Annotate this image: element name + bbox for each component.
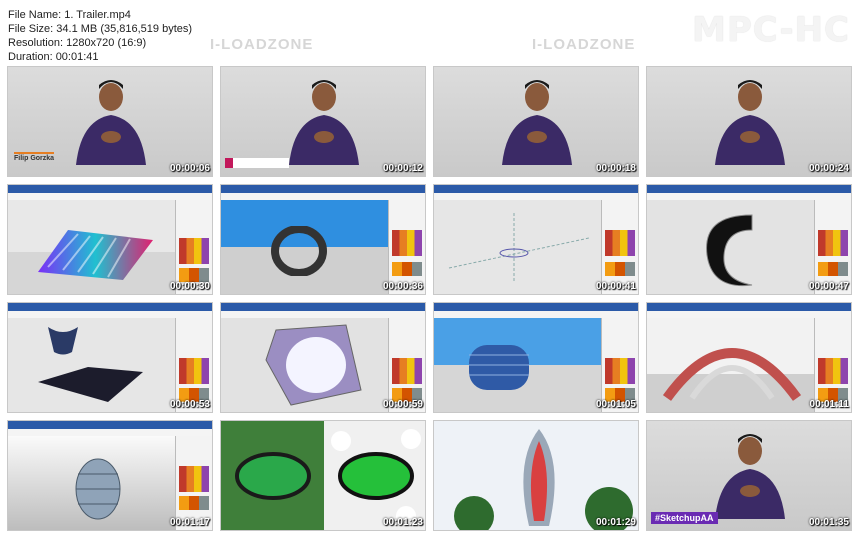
hashtag-badge: #SketchupAA: [651, 512, 718, 524]
thumbnail[interactable]: 00:00:36: [220, 184, 426, 295]
timestamp: 00:00:18: [595, 163, 636, 174]
timestamp: 00:00:24: [808, 163, 849, 174]
thumbnail[interactable]: 00:00:24: [646, 66, 852, 177]
timestamp: 00:00:53: [169, 399, 210, 410]
timestamp: 00:01:05: [595, 399, 636, 410]
software-screenshot: [8, 303, 212, 412]
timestamp: 00:00:06: [169, 163, 210, 174]
thumbnail[interactable]: 00:01:17: [7, 420, 213, 531]
arched-pavilion-model: [662, 348, 802, 401]
software-screenshot: [647, 185, 851, 294]
thumbnail[interactable]: Filip Gorzka 00:00:06: [7, 66, 213, 177]
watermark: I-LOADZONE: [210, 36, 314, 53]
thumbnail[interactable]: 00:00:59: [220, 302, 426, 413]
thumbnail[interactable]: 00:00:30: [7, 184, 213, 295]
cylinder-model: [469, 345, 529, 390]
timestamp: 00:01:35: [808, 517, 849, 528]
duration: Duration: 00:01:41: [8, 51, 99, 63]
twisted-tube-model: [706, 214, 753, 287]
software-screenshot: [8, 421, 212, 530]
software-screenshot: [434, 303, 638, 412]
colorful-surface-model: [38, 230, 153, 280]
thumbnail[interactable]: 00:01:05: [433, 302, 639, 413]
presenter-image: [502, 80, 572, 165]
thumbnail-grid: Filip Gorzka 00:00:06 00:00:12 00:00:18 …: [7, 66, 855, 534]
mpc-hc-logo: MPC-HC: [691, 10, 850, 50]
timestamp: 00:00:59: [382, 399, 423, 410]
green-stadium-render: [221, 421, 425, 530]
thumbnail[interactable]: 00:00:53: [7, 302, 213, 413]
wireframe-guides: [448, 213, 590, 283]
software-screenshot: [221, 185, 425, 294]
polygon-plate-model: [265, 324, 362, 406]
resolution: Resolution: 1280x720 (16:9): [8, 37, 147, 49]
thumbnail[interactable]: 00:00:47: [646, 184, 852, 295]
software-screenshot: [647, 303, 851, 412]
timestamp: 00:00:47: [808, 281, 849, 292]
name-underline: [14, 152, 54, 154]
software-screenshot: [221, 303, 425, 412]
file-size: File Size: 34.1 MB (35,816,519 bytes): [8, 23, 193, 35]
timestamp: 00:00:36: [382, 281, 423, 292]
timestamp: 00:01:17: [169, 517, 210, 528]
thumbnail[interactable]: 00:01:29: [433, 420, 639, 531]
timestamp: 00:00:30: [169, 281, 210, 292]
file-info: File Name: 1. Trailer.mp4 File Size: 34.…: [8, 8, 192, 64]
software-screenshot: [8, 185, 212, 294]
social-lower-third: [225, 158, 289, 168]
lattice-sphere-model: [75, 458, 121, 520]
thumbnail[interactable]: 00:00:41: [433, 184, 639, 295]
torus-model: [271, 226, 327, 276]
thumbnail[interactable]: 00:00:12: [220, 66, 426, 177]
thumbnail[interactable]: 00:00:18: [433, 66, 639, 177]
presenter-image: [715, 80, 785, 165]
timestamp: 00:01:23: [382, 517, 423, 528]
software-screenshot: [434, 185, 638, 294]
tower-render: [434, 421, 638, 530]
presenter-image: [289, 80, 359, 165]
timestamp: 00:00:41: [595, 281, 636, 292]
mesh-models: [38, 327, 143, 402]
presenter-image: [715, 434, 785, 519]
file-name: File Name: 1. Trailer.mp4: [8, 9, 131, 21]
presenter-name: Filip Gorzka: [14, 155, 55, 162]
timestamp: 00:01:11: [809, 399, 849, 410]
thumbnail[interactable]: 00:01:11: [646, 302, 852, 413]
watermark: I-LOADZONE: [532, 36, 636, 53]
thumbnail[interactable]: #SketchupAA 00:01:35: [646, 420, 852, 531]
thumbnail[interactable]: 00:01:23: [220, 420, 426, 531]
timestamp: 00:01:29: [595, 517, 636, 528]
timestamp: 00:00:12: [382, 163, 423, 174]
presenter-image: [76, 80, 146, 165]
